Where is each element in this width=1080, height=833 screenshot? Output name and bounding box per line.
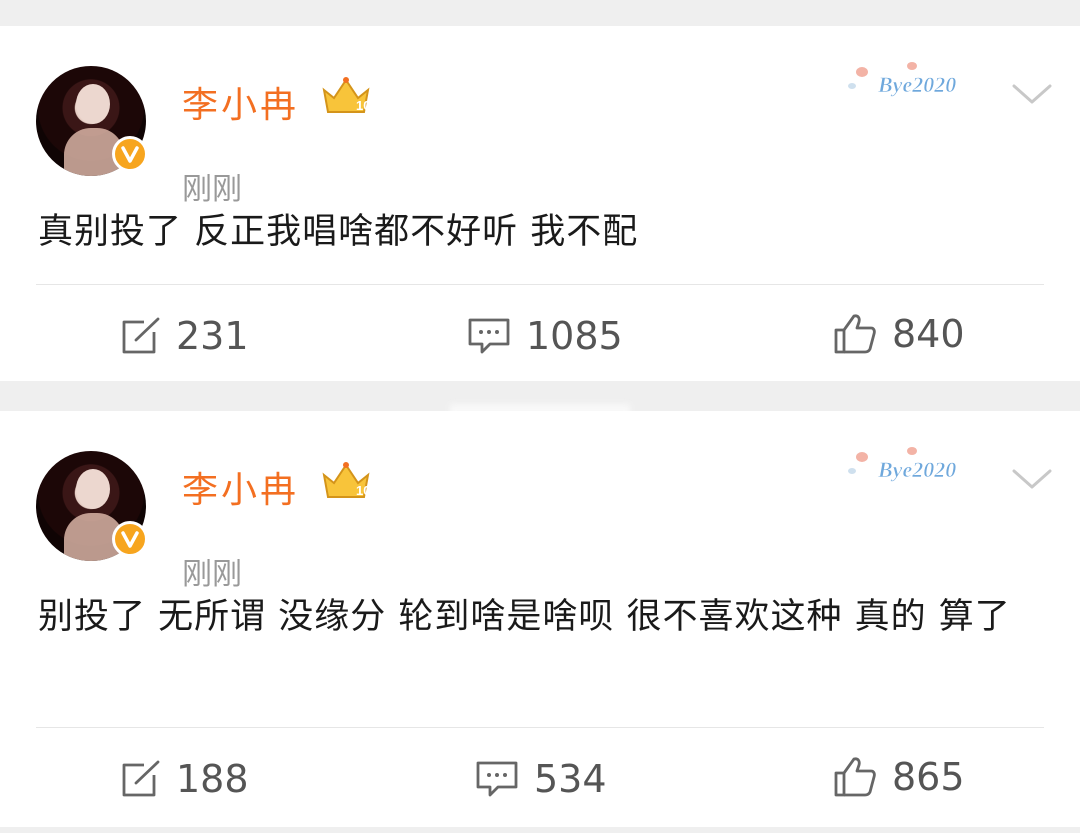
post-card[interactable]: 李小冉 10 刚刚 Bye2020 别投了 无所谓 没缘分 轮到啥是啥呗 很不喜… xyxy=(0,411,1080,827)
verified-v-icon xyxy=(112,136,148,172)
post-card[interactable]: 李小冉 10 刚刚 Bye2020 真别投了 反正我唱啥都不好听 我不配 231… xyxy=(0,26,1080,381)
like-button[interactable]: 865 xyxy=(832,755,965,799)
repost-button[interactable]: 188 xyxy=(118,757,249,801)
repost-count: 231 xyxy=(176,314,249,358)
weibo-feed: 李小冉 10 刚刚 Bye2020 真别投了 反正我唱啥都不好听 我不配 231… xyxy=(0,0,1080,833)
thumbs-up-icon xyxy=(834,757,876,797)
vip-crown-icon[interactable]: 10 xyxy=(320,76,372,116)
repost-icon xyxy=(122,317,160,354)
comment-button[interactable]: 534 xyxy=(474,757,607,801)
repost-button[interactable]: 231 xyxy=(118,314,249,358)
avatar[interactable] xyxy=(36,451,148,561)
comment-icon xyxy=(468,318,510,354)
vip-level: 10 xyxy=(356,483,370,498)
like-count: 840 xyxy=(892,312,965,356)
thumbs-up-icon xyxy=(834,314,876,354)
bye2020-sticker: Bye2020 xyxy=(840,50,982,100)
comment-count: 1085 xyxy=(526,314,623,358)
comment-button[interactable]: 1085 xyxy=(466,314,623,358)
repost-count: 188 xyxy=(176,757,249,801)
divider xyxy=(36,284,1044,285)
bye2020-sticker: Bye2020 xyxy=(840,435,982,485)
timestamp: 刚刚 xyxy=(182,557,242,592)
timestamp: 刚刚 xyxy=(182,172,242,207)
sticker-text: Bye2020 xyxy=(877,457,956,482)
vip-crown-icon[interactable]: 10 xyxy=(320,461,372,501)
comment-icon xyxy=(476,761,518,797)
username[interactable]: 李小冉 xyxy=(182,76,299,128)
comment-count: 534 xyxy=(534,757,607,801)
post-content: 真别投了 反正我唱啥都不好听 我不配 xyxy=(38,212,639,252)
repost-icon xyxy=(122,760,160,797)
post-content: 别投了 无所谓 没缘分 轮到啥是啥呗 很不喜欢这种 真的 算了 xyxy=(38,597,1011,637)
sticker-text: Bye2020 xyxy=(877,72,956,97)
like-count: 865 xyxy=(892,755,965,799)
chevron-down-icon[interactable] xyxy=(1010,467,1054,493)
avatar[interactable] xyxy=(36,66,148,176)
verified-v-icon xyxy=(112,521,148,557)
vip-level: 10 xyxy=(356,98,370,113)
username[interactable]: 李小冉 xyxy=(182,461,299,513)
like-button[interactable]: 840 xyxy=(832,312,965,356)
chevron-down-icon[interactable] xyxy=(1010,82,1054,108)
divider xyxy=(36,727,1044,728)
